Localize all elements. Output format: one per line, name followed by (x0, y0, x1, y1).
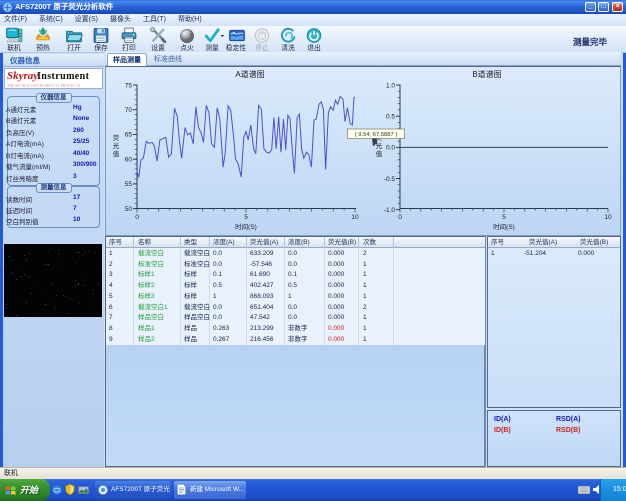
svg-text:值: 值 (113, 149, 120, 158)
svg-text:10: 10 (604, 214, 612, 221)
svg-text:时间(S): 时间(S) (493, 222, 515, 231)
svg-text:B道谱图: B道谱图 (472, 69, 501, 79)
svg-text:75: 75 (125, 82, 133, 89)
svg-text:65: 65 (125, 132, 133, 139)
svg-text:0.5: 0.5 (386, 114, 395, 121)
svg-text:-0.5: -0.5 (384, 176, 396, 183)
svg-text:0.0: 0.0 (386, 145, 395, 152)
svg-text:55: 55 (125, 181, 133, 188)
svg-text:值: 值 (376, 149, 383, 158)
svg-text:5: 5 (244, 214, 248, 221)
svg-text:60: 60 (125, 157, 133, 164)
svg-text:5: 5 (502, 214, 506, 221)
svg-text:( 9.54, 67.5887 ): ( 9.54, 67.5887 ) (355, 132, 398, 138)
svg-text:10: 10 (351, 214, 359, 221)
svg-text:时间(S): 时间(S) (235, 222, 257, 231)
svg-text:1.0: 1.0 (386, 82, 395, 89)
svg-text:-1.0: -1.0 (384, 207, 396, 214)
svg-text:A道谱图: A道谱图 (235, 69, 264, 79)
svg-text:0: 0 (398, 214, 402, 221)
svg-text:光: 光 (113, 141, 120, 150)
svg-text:70: 70 (125, 107, 133, 114)
svg-text:荧: 荧 (113, 133, 120, 142)
svg-text:50: 50 (125, 206, 133, 213)
svg-text:0: 0 (135, 214, 139, 221)
